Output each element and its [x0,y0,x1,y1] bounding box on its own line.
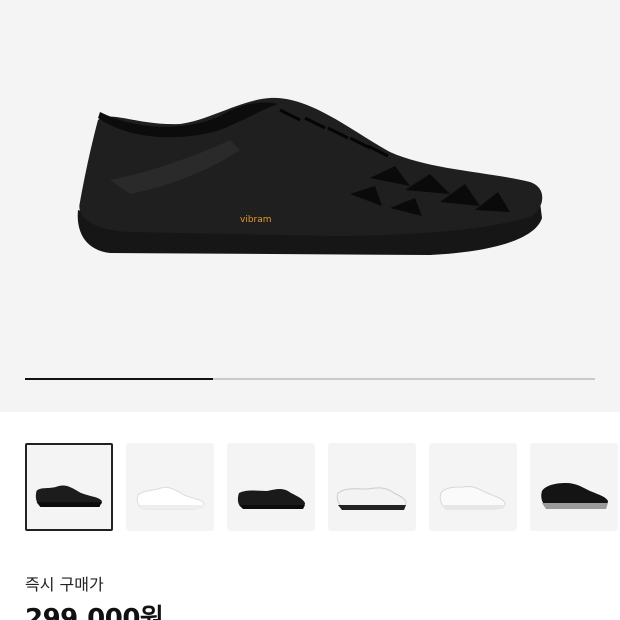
thumbnail-black-mesh-sneaker[interactable] [25,443,113,531]
product-page: vibram 즉시 구매가 299,000원 [0,0,620,620]
thumbnail-white-slip-on[interactable] [328,443,416,531]
white-sneaker-image [136,486,205,510]
black-mesh-sneaker-image [35,485,102,508]
white-slip-on-image [336,487,407,510]
product-main-image: vibram [77,97,543,255]
carousel-progress-fill [25,378,214,380]
black-loafer-sneaker-image [237,489,305,509]
thumbnail-black-loafer-sneaker[interactable] [227,443,315,531]
instant-buy-price: 299,000원 [25,604,164,620]
thumbnail-black-leather-sneaker[interactable] [530,443,618,531]
thumbnail-white-sneaker[interactable] [126,443,214,531]
svg-text:vibram: vibram [240,215,272,225]
thumbnail-strip [25,443,620,533]
product-image-carousel[interactable]: vibram [0,0,620,412]
carousel-progress-track [25,378,595,380]
instant-buy-price-label: 즉시 구매가 [25,575,104,594]
black-leather-sneaker-image [541,483,608,509]
thumbnail-white-sneaker-low[interactable] [429,443,517,531]
white-sneaker-low-image [439,486,506,510]
